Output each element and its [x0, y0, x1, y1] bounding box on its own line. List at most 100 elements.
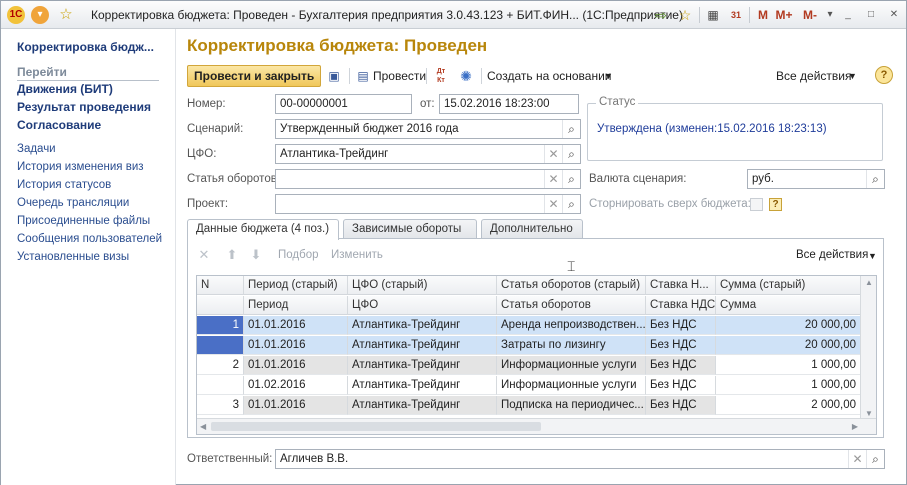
table-cell[interactable]: Атлантика-Трейдинг — [348, 316, 497, 335]
cfo-field[interactable]: Атлантика-Трейдинг ✕ ⌕ — [275, 144, 581, 164]
favorites-icon[interactable]: ☆ — [676, 6, 694, 24]
edit-button[interactable]: Изменить — [331, 249, 383, 261]
responsible-field[interactable]: Агличев В.В. ✕ ⌕ — [275, 449, 885, 469]
scroll-right-icon[interactable]: ▶ — [852, 422, 858, 431]
table-cell[interactable]: 1 000,00 — [716, 356, 861, 375]
column-header[interactable]: Период (старый) — [244, 276, 348, 295]
select-button[interactable]: Подбор — [278, 249, 319, 261]
move-up-icon[interactable]: ⬆ — [224, 247, 240, 263]
tab-additional[interactable]: Дополнительно — [481, 219, 583, 239]
number-field[interactable]: 00-00000001 — [275, 94, 412, 114]
table-cell[interactable]: Атлантика-Трейдинг — [348, 376, 497, 395]
sidebar-link-user-messages[interactable]: Сообщения пользователей — [17, 233, 162, 245]
save-icon[interactable]: ▣ — [325, 67, 343, 85]
sidebar-link-attached-files[interactable]: Присоединенные файлы — [17, 215, 150, 227]
currency-field[interactable]: руб. ⌕ — [747, 169, 885, 189]
column-header[interactable]: ЦФО (старый) — [348, 276, 497, 295]
clear-icon[interactable]: ✕ — [848, 450, 866, 468]
sidebar-link-tasks[interactable]: Задачи — [17, 143, 56, 155]
reverse-over-budget-checkbox[interactable] — [750, 198, 763, 211]
move-down-icon[interactable]: ⬇ — [248, 247, 264, 263]
table-cell[interactable]: Информационные услуги — [497, 376, 646, 395]
budget-data-table[interactable]: N Период (старый) Период ЦФО (старый) ЦФО Ста… — [196, 275, 877, 435]
scroll-thumb[interactable] — [211, 422, 541, 431]
help-icon[interactable]: ? — [769, 198, 782, 211]
table-cell[interactable]: Аренда непроизводствен... — [497, 316, 646, 335]
memory-plus-button[interactable]: M+ — [775, 5, 793, 25]
sidebar-title[interactable]: Корректировка бюдж... — [17, 40, 154, 54]
project-field[interactable]: ✕ ⌕ — [275, 194, 581, 214]
search-icon[interactable]: ⌕ — [562, 195, 580, 213]
table-cell[interactable]: 1 000,00 — [716, 376, 861, 395]
back-icon[interactable]: ⇨ — [652, 6, 670, 24]
table-cell[interactable]: 01.01.2016 — [244, 356, 348, 375]
table-cell[interactable]: Атлантика-Трейдинг — [348, 396, 497, 415]
post-and-close-button[interactable]: Провести и закрыть — [187, 65, 322, 87]
date-field[interactable]: 15.02.2016 18:23:00 — [439, 94, 579, 114]
table-cell[interactable]: 01.02.2016 — [244, 376, 348, 395]
table-cell[interactable]: Атлантика-Трейдинг — [348, 356, 497, 375]
table-cell[interactable]: Информационные услуги — [497, 356, 646, 375]
column-header[interactable]: N — [197, 276, 244, 295]
table-cell[interactable]: Без НДС — [646, 336, 716, 355]
table-cell[interactable]: 20 000,00 — [716, 336, 861, 355]
window-menu-icon[interactable]: ▾ — [821, 6, 839, 24]
scenario-field[interactable]: Утвержденный бюджет 2016 года ⌕ — [275, 119, 581, 139]
table-cell[interactable]: Атлантика-Трейдинг — [348, 336, 497, 355]
sidebar-link-posting-result[interactable]: Результат проведения — [17, 100, 151, 114]
calendar-icon[interactable]: 31 — [727, 6, 745, 24]
search-icon[interactable]: ⌕ — [562, 145, 580, 163]
table-cell[interactable]: 01.01.2016 — [244, 316, 348, 335]
row-number[interactable]: 3 — [197, 396, 244, 415]
1c-logo-icon[interactable]: 1С — [7, 6, 25, 24]
search-icon[interactable]: ⌕ — [562, 120, 580, 138]
sidebar-link-status-history[interactable]: История статусов — [17, 179, 111, 191]
search-icon[interactable]: ⌕ — [866, 170, 884, 188]
create-based-on-button[interactable]: Создать на основании — [487, 69, 612, 83]
menu-icon[interactable]: ▾ — [31, 6, 49, 24]
row-number[interactable]: 1 — [197, 316, 244, 335]
table-cell[interactable]: Без НДС — [646, 356, 716, 375]
memory-minus-button[interactable]: M- — [801, 5, 819, 25]
column-header[interactable]: Статья оборотов (старый) — [497, 276, 646, 295]
horizontal-scrollbar[interactable]: ◀ ▶ — [197, 418, 876, 434]
table-cell[interactable]: Без НДС — [646, 396, 716, 415]
clear-icon[interactable]: ✕ — [544, 145, 562, 163]
scroll-up-icon[interactable]: ▲ — [865, 278, 873, 287]
sidebar-link-movements[interactable]: Движения (БИТ) — [17, 82, 113, 96]
search-icon[interactable]: ⌕ — [866, 450, 884, 468]
table-cell[interactable]: 20 000,00 — [716, 316, 861, 335]
scroll-down-icon[interactable]: ▼ — [865, 409, 873, 418]
calculator-icon[interactable]: ▦ — [704, 6, 722, 24]
row-number[interactable]: 2 — [197, 356, 244, 375]
table-cell[interactable]: 01.01.2016 — [244, 396, 348, 415]
column-header[interactable] — [197, 296, 244, 315]
dt-kt-icon[interactable]: Дт Кт — [432, 67, 450, 85]
column-header[interactable]: Сумма — [716, 296, 861, 315]
delete-icon[interactable]: ✕ — [196, 247, 212, 263]
clear-icon[interactable]: ✕ — [544, 195, 562, 213]
help-icon[interactable]: ? — [875, 66, 893, 84]
lightbulb-icon[interactable]: ✺ — [457, 67, 475, 85]
restore-icon[interactable]: □ — [862, 6, 880, 24]
column-header[interactable]: Статья оборотов — [497, 296, 646, 315]
table-cell[interactable]: Подписка на периодичес... — [497, 396, 646, 415]
minimize-icon[interactable]: _ — [839, 6, 857, 24]
close-icon[interactable]: ✕ — [885, 6, 903, 24]
row-number[interactable] — [197, 336, 244, 355]
tab-dependent-turnovers[interactable]: Зависимые обороты — [343, 219, 477, 239]
all-actions-button[interactable]: Все действия — [776, 69, 851, 83]
turnover-item-field[interactable]: ✕ ⌕ — [275, 169, 581, 189]
table-cell[interactable]: 2 000,00 — [716, 396, 861, 415]
column-header[interactable]: Ставка НДС — [646, 296, 716, 315]
table-cell[interactable]: Без НДС — [646, 376, 716, 395]
sidebar-link-visas[interactable]: Установленные визы — [17, 251, 129, 263]
table-cell[interactable]: Затраты по лизингу — [497, 336, 646, 355]
sidebar-link-translation-queue[interactable]: Очередь трансляции — [17, 197, 129, 209]
scroll-left-icon[interactable]: ◀ — [200, 422, 206, 431]
column-header[interactable]: Период — [244, 296, 348, 315]
table-cell[interactable]: 01.01.2016 — [244, 336, 348, 355]
search-icon[interactable]: ⌕ — [562, 170, 580, 188]
sidebar-link-approval[interactable]: Согласование — [17, 118, 101, 132]
star-icon[interactable]: ☆ — [57, 6, 75, 24]
